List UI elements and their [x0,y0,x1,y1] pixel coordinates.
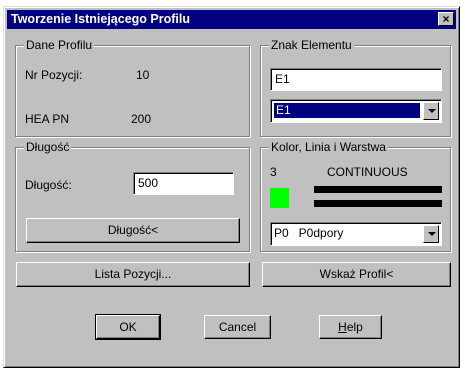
znak-elementu-group: Znak Elementu E1 E1 [260,38,451,137]
dialog-window: Tworzenie Istniejącego Profilu × Dane Pr… [3,6,460,368]
znak-elementu-combo[interactable]: E1 [270,99,442,123]
nr-pozycji-value: 10 [136,68,150,82]
wskaz-profil-label: Wskaż Profil< [319,267,394,281]
close-button[interactable]: × [438,12,454,26]
layer-combo[interactable]: P0 P0dpory [270,222,442,246]
chevron-down-icon [428,232,436,236]
dane-profilu-legend: Dane Profilu [24,38,95,52]
dlugosc-input[interactable]: 500 [133,172,234,195]
dlugosc-group: Długość Długość: 500 Długość< [15,140,250,252]
dlugosc-legend: Długość [24,140,72,154]
dlugosc-pick-button[interactable]: Długość< [26,218,240,243]
help-button[interactable]: Help [319,315,382,339]
window-title: Tworzenie Istniejącego Profilu [11,12,190,26]
chevron-down-icon [428,109,436,113]
profile-size: 200 [131,112,152,126]
znak-elementu-legend: Znak Elementu [269,38,354,52]
wskaz-profil-button[interactable]: Wskaż Profil< [262,262,451,287]
color-number: 3 [270,165,277,179]
linetype-preview-top [314,186,442,193]
help-mnemonic: H [338,320,347,334]
dane-profilu-group: Dane Profilu Nr Pozycji: 10 HEA PN 200 [15,38,250,137]
znak-elementu-input[interactable]: E1 [270,68,442,91]
nr-pozycji-label: Nr Pozycji: [25,68,83,82]
layer-combo-value: P0 P0dpory [274,226,344,240]
lista-pozycji-label: Lista Pozycji... [94,267,172,281]
color-swatch[interactable] [270,188,289,208]
lista-pozycji-button[interactable]: Lista Pozycji... [16,262,250,287]
ok-button[interactable]: OK [95,314,161,340]
linetype-name: CONTINUOUS [327,165,408,179]
profile-type: HEA PN [25,112,70,126]
kolor-group: Kolor, Linia i Warstwa 3 CONTINUOUS P0 P… [260,140,451,252]
dlugosc-label: Długość: [25,178,72,192]
ok-label: OK [119,320,137,334]
znak-elementu-dropdown-button[interactable] [423,102,439,120]
linetype-preview-bottom [314,200,442,207]
title-bar[interactable]: Tworzenie Istniejącego Profilu × [7,10,456,29]
cancel-button[interactable]: Cancel [204,315,271,339]
znak-elementu-combo-value: E1 [273,102,421,119]
close-icon: × [442,12,450,26]
kolor-legend: Kolor, Linia i Warstwa [269,140,388,154]
cancel-label: Cancel [218,320,257,334]
help-label: Help [338,316,363,338]
help-label-rest: elp [346,320,363,334]
layer-dropdown-button[interactable] [423,225,439,243]
dlugosc-pick-label: Długość< [107,223,159,237]
